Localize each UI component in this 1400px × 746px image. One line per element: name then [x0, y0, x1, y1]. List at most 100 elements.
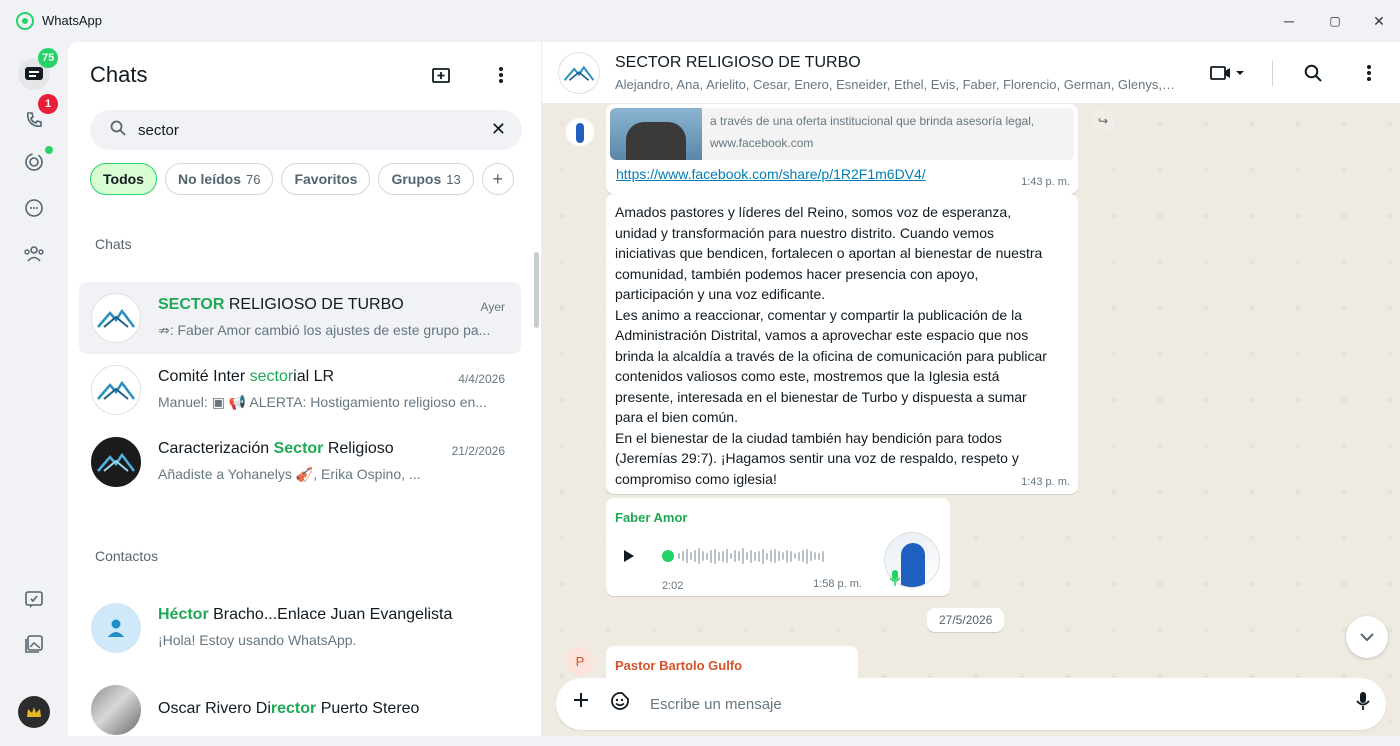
header-separator — [1272, 60, 1273, 86]
contact-name-highlight: Héctor — [158, 606, 209, 623]
waveform-bar — [682, 551, 684, 561]
communities-icon[interactable] — [18, 238, 50, 270]
voice-record-icon[interactable] — [1356, 691, 1370, 717]
new-chat-icon[interactable] — [426, 60, 456, 90]
playback-knob[interactable] — [662, 550, 674, 562]
conversation-menu-icon[interactable] — [1354, 58, 1384, 88]
waveform-bar — [714, 548, 716, 564]
clear-search-icon[interactable]: ✕ — [491, 119, 506, 140]
message-input[interactable] — [650, 692, 1250, 716]
filter-all-label: Todos — [103, 171, 144, 187]
message-time: 1:43 p. m. — [1021, 476, 1070, 488]
waveform-bar — [698, 548, 700, 564]
contact-name: Héctor Bracho...Enlace Juan Evangelista — [158, 606, 452, 624]
contact-row[interactable]: Héctor Bracho...Enlace Juan Evangelista … — [79, 592, 521, 664]
chat-time: Ayer — [480, 300, 505, 314]
starred-messages-icon[interactable] — [18, 584, 50, 616]
chat-name-highlight: sector — [249, 368, 294, 385]
chat-time: 4/4/2026 — [458, 372, 505, 386]
link-preview[interactable]: a través de una oferta institucional que… — [610, 108, 1074, 160]
contact-row[interactable]: Oscar Rivero Director Puerto Stereo — [79, 674, 521, 746]
chat-name: SECTOR RELIGIOSO DE TURBO — [158, 296, 404, 314]
filter-groups-label: Grupos — [391, 171, 442, 187]
voice-duration: 2:02 — [662, 580, 684, 592]
add-filter-button[interactable]: + — [481, 163, 514, 195]
waveform-bar — [774, 549, 776, 563]
voice-waveform[interactable] — [662, 548, 858, 564]
chat-row[interactable]: SECTOR RELIGIOSO DE TURBO Ayer ⇏: Faber … — [79, 282, 521, 354]
waveform-bar — [758, 550, 760, 562]
voice-message: Faber Amor 2:02 1:58 p. m. — [606, 498, 950, 596]
waveform-bar — [726, 549, 728, 563]
mic-icon — [889, 570, 901, 589]
waveform-bar — [782, 552, 784, 560]
message-sender[interactable]: Pastor Bartolo Gulfo — [615, 658, 742, 673]
waveform-bar — [798, 551, 800, 561]
minimize-button[interactable]: ─ — [1274, 8, 1304, 34]
waveform-bar — [738, 551, 740, 561]
filter-favorites[interactable]: Favoritos — [281, 163, 371, 195]
filter-unread-count: 76 — [245, 171, 261, 187]
chat-row[interactable]: Caracterización Sector Religioso 21/2/20… — [79, 426, 521, 498]
search-messages-icon[interactable] — [1298, 58, 1328, 88]
waveform-bar — [746, 552, 748, 560]
chat-name-pre: Comité Inter — [158, 368, 250, 385]
waveform-bar — [690, 552, 692, 560]
media-gallery-icon[interactable] — [18, 628, 50, 660]
waveform-bar — [766, 552, 768, 560]
chat-name: Comité Inter sectorial LR — [158, 368, 334, 386]
filter-groups[interactable]: Grupos 13 — [378, 163, 474, 195]
message-link[interactable]: https://www.facebook.com/share/p/1R2F1m6… — [616, 166, 926, 182]
waveform-bar — [762, 548, 764, 564]
chat-list-scrollbar[interactable] — [534, 252, 539, 328]
restore-button[interactable]: ▢ — [1320, 8, 1350, 34]
chat-last-message: Añadiste a Yohanelys 🎻, Erika Ospino, ..… — [158, 466, 421, 482]
contact-name-post: Bracho...Enlace Juan Evangelista — [208, 606, 453, 623]
chat-name: Caracterización Sector Religioso — [158, 440, 394, 458]
menu-kebab-icon[interactable] — [486, 60, 516, 90]
default-contact-avatar — [91, 603, 141, 653]
search-icon — [110, 120, 126, 141]
calls-missed-badge: 1 — [38, 94, 58, 114]
waveform-bar — [702, 551, 704, 561]
forward-icon[interactable]: ↪ — [1090, 108, 1116, 134]
profile-avatar[interactable] — [18, 696, 50, 728]
waveform-bar — [814, 552, 816, 560]
group-avatar[interactable] — [558, 52, 600, 94]
sender-avatar[interactable] — [566, 118, 594, 146]
chats-unread-badge: 75 — [38, 48, 59, 68]
waveform-bar — [754, 551, 756, 561]
app-title: WhatsApp — [42, 13, 102, 28]
channels-icon[interactable] — [18, 192, 50, 224]
chat-last-message: Manuel: ▣ 📢 ALERTA: Hostigamiento religi… — [158, 394, 487, 410]
chat-row[interactable]: Comité Inter sectorial LR 4/4/2026 Manue… — [79, 354, 521, 426]
chat-name-pre: Caracterización — [158, 440, 274, 457]
group-avatar — [91, 365, 141, 415]
attach-plus-icon[interactable] — [572, 691, 590, 715]
sender-avatar[interactable]: P — [566, 647, 594, 675]
message-sender[interactable]: Faber Amor — [615, 510, 687, 525]
chat-name-highlight: SECTOR — [158, 296, 225, 313]
conversation-header[interactable]: SECTOR RELIGIOSO DE TURBO Alejandro, Ana… — [542, 42, 1400, 104]
scroll-to-bottom-button[interactable] — [1346, 616, 1388, 658]
close-button[interactable]: ✕ — [1364, 8, 1394, 34]
emoji-sticker-icon[interactable] — [610, 691, 630, 717]
search-input[interactable] — [138, 118, 468, 142]
status-new-dot — [45, 146, 53, 154]
chat-list-panel: Chats ✕ Todos No leídos76 Favoritos Grup… — [68, 42, 542, 736]
text-message: Amados pastores y líderes del Reino, som… — [606, 194, 1078, 494]
waveform-bar — [718, 551, 720, 561]
preview-description: a través de una oferta institucional que… — [710, 114, 1035, 128]
waveform-bar — [770, 550, 772, 562]
filter-all[interactable]: Todos — [90, 163, 157, 195]
filter-unread[interactable]: No leídos 76 — [164, 163, 274, 195]
filter-unread-label: No leídos — [177, 171, 241, 187]
message-time: 1:58 p. m. — [813, 578, 862, 590]
waveform-bar — [786, 549, 788, 563]
contact-about: ¡Hola! Estoy usando WhatsApp. — [158, 632, 357, 648]
video-call-icon[interactable] — [1202, 58, 1252, 88]
search-box: ✕ — [90, 110, 522, 150]
play-icon[interactable] — [624, 550, 634, 562]
filter-groups-count: 13 — [446, 171, 461, 187]
chat-name-post: ial LR — [293, 368, 335, 385]
